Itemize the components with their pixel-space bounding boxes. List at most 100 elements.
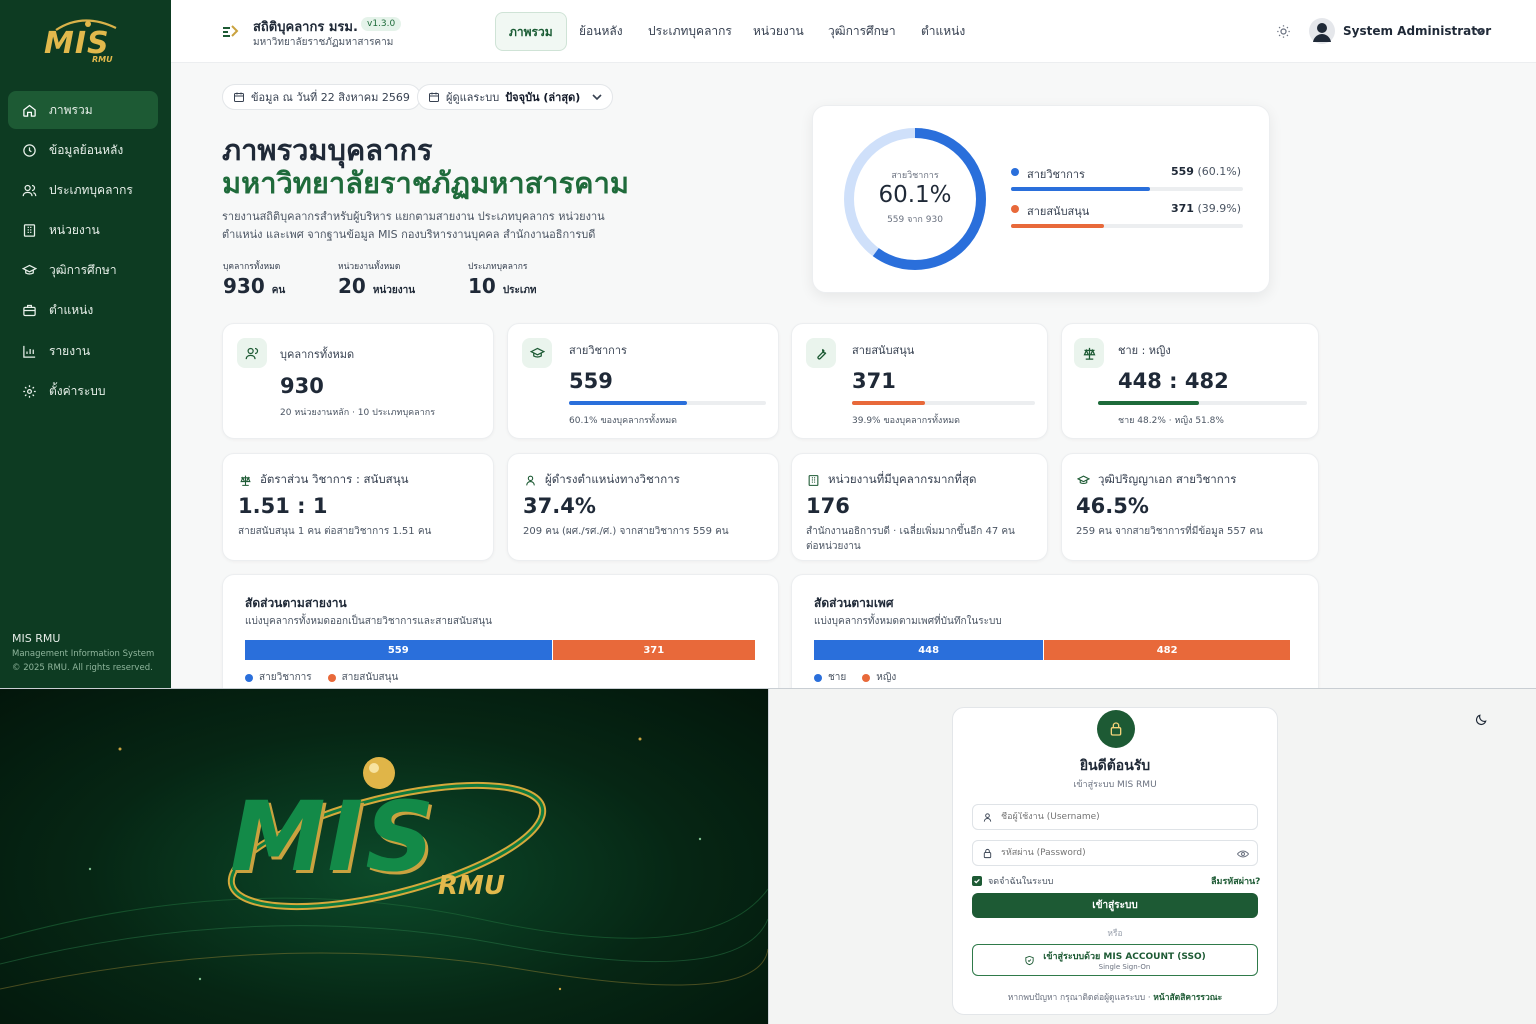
legend-dot xyxy=(327,673,336,682)
donut-row-count: 371 xyxy=(1171,202,1194,215)
tab-education[interactable]: วุฒิการศึกษา xyxy=(828,22,896,41)
donut-row-bar xyxy=(1011,224,1243,228)
section-card-gender: สัดส่วนตามเพศ แบ่งบุคลากรทั้งหมดตามเพศที… xyxy=(791,574,1319,704)
stacked-bar-segment[interactable]: 559 xyxy=(245,640,552,660)
forgot-password-link[interactable]: ลืมรหัสผ่าน? xyxy=(1211,874,1260,888)
stat-value: 930 คน xyxy=(223,274,285,298)
tab-history[interactable]: ย้อนหลัง xyxy=(579,22,623,41)
kpi-value: 559 xyxy=(569,369,613,393)
avatar[interactable] xyxy=(1309,18,1335,44)
kpi-card-ratio: อัตราส่วน วิชาการ : สนับสนุน 1.51 : 1 สา… xyxy=(222,453,494,561)
description-line: ตำแหน่ง และเพศ จากฐานข้อมูล MIS กองบริหา… xyxy=(222,228,596,241)
sidebar: MIS RMU ภาพรวม ข้อมูลย้อนหลัง ประเภทบุคล… xyxy=(0,0,171,689)
stat-value: 20 หน่วยงาน xyxy=(338,274,415,298)
period-dropdown[interactable]: ผู้ดูแลระบบ ปัจจุบัน (ล่าสุด) xyxy=(417,84,614,110)
stat-number: 10 xyxy=(468,274,496,298)
password-field[interactable] xyxy=(972,840,1258,866)
stacked-bar-segment[interactable]: 371 xyxy=(551,640,755,660)
user-icon xyxy=(526,475,535,485)
stacked-bar: 559 371 xyxy=(245,640,755,660)
help-text: หากพบปัญหา กรุณาติดต่อผู้ดูแลระบบ · หน้า… xyxy=(952,990,1278,1004)
stacked-bar-segment[interactable]: 448 xyxy=(814,640,1044,660)
sidebar-item-settings[interactable]: ตั้งค่าระบบ xyxy=(8,372,158,410)
sidebar-item-personnel-type[interactable]: ประเภทบุคลากร xyxy=(8,171,158,209)
building-icon xyxy=(808,474,819,486)
sidebar-item-overview[interactable]: ภาพรวม xyxy=(8,91,158,129)
sidebar-item-departments[interactable]: หน่วยงาน xyxy=(8,211,158,249)
kpi-title: อัตราส่วน วิชาการ : สนับสนุน xyxy=(260,472,409,486)
password-input[interactable] xyxy=(1001,848,1221,858)
date-filter[interactable]: ข้อมูล ณ วันที่ 22 สิงหาคม 2569 xyxy=(222,84,421,110)
kpi-card-doctorate: วุฒิปริญญาเอก สายวิชาการ 46.5% 259 คน จา… xyxy=(1061,453,1319,561)
splash-logo-main: MIS xyxy=(230,781,437,893)
page-description: รายงานสถิติบุคลากรสำหรับผู้บริหาร แยกตาม… xyxy=(222,208,642,244)
kpi-value: 448 : 482 xyxy=(1118,369,1229,393)
kpi-sub: 39.9% ของบุคลากรทั้งหมด xyxy=(852,416,961,426)
home-icon xyxy=(23,104,36,117)
remember-me[interactable]: จดจำฉันในระบบ xyxy=(972,874,1053,888)
graduation-cap-icon xyxy=(1077,475,1090,484)
tab-personnel-type[interactable]: ประเภทบุคลากร xyxy=(648,22,732,41)
sidebar-item-education[interactable]: วุฒิการศึกษา xyxy=(8,251,158,289)
donut-center-label: สายวิชาการ xyxy=(891,171,939,181)
section-subtitle: แบ่งบุคลากรทั้งหมดตามเพศที่บันทึกในระบบ xyxy=(814,616,1002,627)
section-title: สัดส่วนตามเพศ xyxy=(814,596,894,610)
sidebar-item-label: รายงาน xyxy=(49,343,91,358)
legend-item: หญิง xyxy=(862,670,896,685)
mis-rmu-splash-logo: MIS RMU xyxy=(222,751,552,921)
sidebar-item-label: ตั้งค่าระบบ xyxy=(49,383,106,398)
mis-rmu-logo[interactable]: MIS RMU xyxy=(38,18,128,68)
stacked-bar-segment[interactable]: 482 xyxy=(1043,640,1290,660)
tab-departments[interactable]: หน่วยงาน xyxy=(753,22,804,41)
kpi-title-row: ผู้ดำรงตำแหน่งทางวิชาการ xyxy=(524,471,680,489)
kpi-title: บุคลากรทั้งหมด xyxy=(280,348,355,361)
kpi-sub: ชาย 48.2% · หญิง 51.8% xyxy=(1118,416,1224,426)
sso-button[interactable]: เข้าสู่ระบบด้วย MIS ACCOUNT (SSO) Single… xyxy=(972,944,1258,976)
splash-panel: MIS RMU xyxy=(0,689,768,1024)
kpi-title: ชาย : หญิง xyxy=(1118,344,1171,357)
sidebar-item-history[interactable]: ข้อมูลย้อนหลัง xyxy=(8,131,158,169)
legend-dot xyxy=(862,673,871,682)
chart-icon xyxy=(23,345,36,358)
sun-icon[interactable] xyxy=(1276,24,1291,39)
user-name[interactable]: System Administrator xyxy=(1343,24,1491,38)
login-title: ยินดีต้อนรับ xyxy=(1079,758,1151,774)
tab-positions[interactable]: ตำแหน่ง xyxy=(921,22,965,41)
remember-checkbox[interactable] xyxy=(972,876,982,886)
or-divider: หรือ xyxy=(1107,929,1123,939)
help-link[interactable]: หน้าสัตสิคารรวณะ xyxy=(1153,993,1222,1003)
legend-item: สายสนับสนุน xyxy=(327,670,398,685)
username-field[interactable] xyxy=(972,804,1258,830)
sso-label: เข้าสู่ระบบด้วย MIS ACCOUNT (SSO) xyxy=(1043,952,1206,962)
kpi-card-gender: ชาย : หญิง 448 : 482 ชาย 48.2% · หญิง 51… xyxy=(1061,323,1319,439)
kpi-bar xyxy=(852,401,1035,405)
sidebar-footer-copyright: © 2025 RMU. All rights reserved. xyxy=(12,663,153,673)
legend-dot xyxy=(1011,205,1019,213)
sidebar-item-reports[interactable]: รายงาน xyxy=(8,332,158,370)
scale-icon xyxy=(240,475,251,486)
period-prefix: ผู้ดูแลระบบ xyxy=(446,91,500,104)
legend-label: ชาย xyxy=(828,672,847,683)
chevron-down-icon[interactable] xyxy=(1475,27,1485,35)
graduation-cap-icon xyxy=(22,264,37,275)
legend-item: สายวิชาการ xyxy=(245,670,312,685)
login-button[interactable]: เข้าสู่ระบบ xyxy=(972,893,1258,918)
section-subtitle: แบ่งบุคลากรทั้งหมดออกเป็นสายวิชาการและสา… xyxy=(245,616,492,627)
kpi-value: 1.51 : 1 xyxy=(238,494,328,518)
username-input[interactable] xyxy=(1001,812,1221,822)
tab-overview[interactable]: ภาพรวม xyxy=(495,12,567,51)
donut-row-pct: (60.1%) xyxy=(1197,165,1241,178)
top-bar: สถิติบุคลากร มรม. v1.3.0 มหาวิทยาลัยราชภ… xyxy=(171,0,1536,63)
legend-dot xyxy=(814,673,822,682)
check-icon xyxy=(974,878,980,884)
briefcase-icon xyxy=(23,304,36,316)
bar-fill xyxy=(1098,401,1199,405)
kpi-title-row: อัตราส่วน วิชาการ : สนับสนุน xyxy=(239,471,408,489)
donut-center-value: 60.1% xyxy=(878,182,952,208)
calendar-icon xyxy=(429,92,439,102)
sidebar-item-positions[interactable]: ตำแหน่ง xyxy=(8,291,158,329)
legend: สายวิชาการ สายสนับสนุน xyxy=(245,670,398,685)
moon-icon[interactable] xyxy=(1474,713,1488,727)
eye-icon[interactable] xyxy=(1237,849,1249,859)
donut-row-label: สายวิชาการ xyxy=(1027,168,1085,181)
